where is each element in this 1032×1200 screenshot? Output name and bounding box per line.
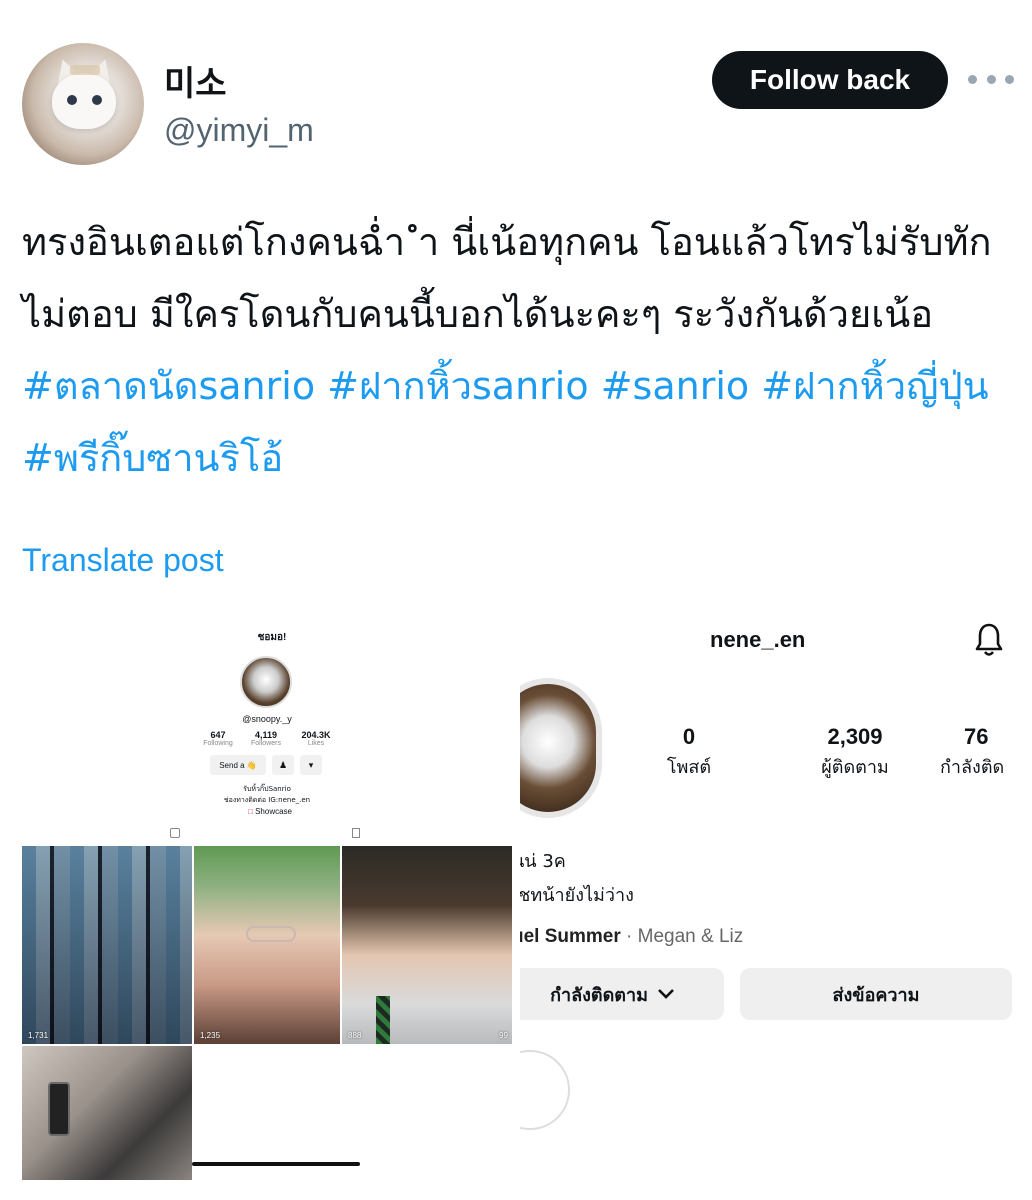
hashtag-link[interactable]: #ฝากหิ้วญี่ปุ่น xyxy=(761,364,988,408)
ig-avatar xyxy=(512,678,602,818)
tt-video-views: 1,731 xyxy=(28,1031,49,1040)
tt-video-thumb xyxy=(22,1046,192,1180)
tt-bio-line: ช่องทางติดต่อ IG:nene_.en xyxy=(223,796,311,804)
ig-story-highlight: D xyxy=(512,1050,570,1130)
tt-avatar xyxy=(240,656,292,708)
author-display-name[interactable]: 미소 xyxy=(164,56,227,105)
avatar-cat-eye xyxy=(92,95,102,105)
home-indicator xyxy=(192,1162,360,1166)
user-add-icon: ♟ xyxy=(272,755,294,775)
tt-showcase-label: Showcase xyxy=(255,807,292,816)
ig-bio-text: เชทน้ายังไม่ว่าง xyxy=(512,885,634,906)
follow-back-button[interactable]: Follow back xyxy=(712,51,948,109)
tt-stat-label: Likes xyxy=(307,740,325,747)
ig-music-artist: · Megan & Liz xyxy=(626,926,744,947)
ig-stat-value: 76 xyxy=(964,724,989,749)
ig-music-song: uel Summer xyxy=(512,926,621,947)
tt-stat-likes: 204.3K Likes xyxy=(286,730,346,747)
glasses-shape xyxy=(246,926,296,942)
ig-stat-following: 76 กำลังติด xyxy=(940,724,1012,781)
hashtag-link[interactable]: #ตลาดนัดsanrio xyxy=(22,364,315,408)
ig-music[interactable]: uel Summer · Megan & Liz xyxy=(512,926,743,948)
hashtag-link[interactable]: #พรีกิ๊บซานริโอ้ xyxy=(22,436,283,480)
more-options-icon[interactable] xyxy=(968,66,1014,92)
shop-icon xyxy=(170,828,180,838)
tt-stat-value: 204.3K xyxy=(301,730,331,740)
tt-profile-name: ชอมอ! xyxy=(257,632,287,643)
tt-tabs xyxy=(22,824,520,844)
ig-username: nene_.en xyxy=(710,627,806,652)
ig-following-button[interactable]: กำลังติดตาม xyxy=(512,968,724,1020)
bell-icon xyxy=(975,623,1003,656)
tt-handle: @snoopy._y xyxy=(242,714,292,724)
bookmark-icon xyxy=(352,828,360,838)
ig-stat-label: ผู้ติดตาม xyxy=(821,757,889,778)
ig-stat-value: 2,309 xyxy=(827,724,883,749)
tt-send-button: Send a 👋 xyxy=(210,755,266,775)
tt-video-thumb: 1,235 xyxy=(194,846,340,1044)
ig-stat-label: กำลังติด xyxy=(940,757,1005,778)
ig-following-label: กำลังติดตาม xyxy=(550,984,648,1006)
ig-stat-label: โพสต์ xyxy=(666,757,712,778)
tiktok-profile-screenshot: ชอมอ! @snoopy._y 647 Following 4,119 Fol… xyxy=(22,610,520,1180)
chevron-down-icon xyxy=(658,989,674,999)
tt-video-views: 888 xyxy=(348,1031,362,1040)
ig-stat-posts: 0 โพสต์ xyxy=(654,724,724,781)
tt-video-views: 99 xyxy=(499,1031,508,1040)
ig-stat-value: 0 xyxy=(682,724,696,749)
tt-video-thumb: 888 99 xyxy=(342,846,512,1044)
author-avatar[interactable] xyxy=(22,43,144,165)
dropdown-icon: ▾ xyxy=(300,755,322,775)
phone-shape xyxy=(48,1082,70,1136)
hashtag-link[interactable]: #sanrio xyxy=(601,364,749,408)
ig-bio-name: นน่ 3ค xyxy=(512,851,566,872)
instagram-profile-screenshot: nene_.en 0 โพสต์ 2,309 ผู้ติดตาม 76 กำลั… xyxy=(512,610,1012,1180)
tt-bio-line: รับหิ้วกิ๊ปSanrio xyxy=(243,785,291,793)
hashtag-link[interactable]: #ฝากหิ้วsanrio xyxy=(327,364,588,408)
post-text: ทรงอินเตอแต่โกงคนฉ่ำ ำ นี่เน้อทุกคน โอนแ… xyxy=(22,206,1012,494)
tt-showcase: □ Showcase xyxy=(248,807,292,816)
tt-video-thumb: 1,731 xyxy=(22,846,192,1044)
post-media[interactable]: nene_.en 0 โพสต์ 2,309 ผู้ติดตาม 76 กำลั… xyxy=(22,610,1012,1180)
ig-stat-followers: 2,309 ผู้ติดตาม xyxy=(800,724,910,781)
tt-video-views: 1,235 xyxy=(200,1031,221,1040)
avatar-cat-eye xyxy=(67,95,77,105)
tie-shape xyxy=(376,996,390,1044)
author-handle[interactable]: @yimyi_m xyxy=(164,112,314,149)
avatar-cat-face xyxy=(52,73,116,129)
tt-bio: รับหิ้วกิ๊ปSanrio ช่องทางติดต่อ IG:nene_… xyxy=(202,784,332,806)
post-text-body: ทรงอินเตอแต่โกงคนฉ่ำ ำ นี่เน้อทุกคน โอนแ… xyxy=(22,220,992,336)
translate-post-link[interactable]: Translate post xyxy=(22,542,224,579)
ig-message-button[interactable]: ส่งข้อความ xyxy=(740,968,1012,1020)
avatar-headpiece xyxy=(70,65,100,75)
